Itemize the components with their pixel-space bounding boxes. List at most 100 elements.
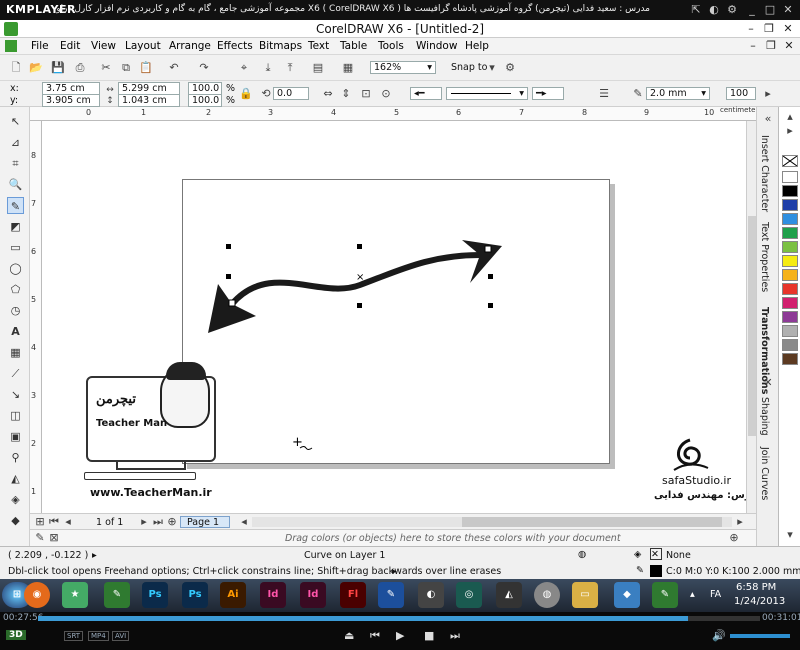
collapse-docker-icon[interactable]: «: [760, 111, 776, 127]
stop-icon[interactable]: ■: [424, 629, 434, 642]
add-page-icon[interactable]: ⊕: [164, 514, 180, 530]
selection-handle[interactable]: [488, 274, 493, 279]
disc-app-icon[interactable]: ◍: [534, 582, 560, 608]
clock-time: 6:58 PM: [736, 582, 777, 593]
seek-bar[interactable]: [38, 616, 760, 621]
vertical-scroll-thumb[interactable]: [748, 216, 756, 436]
seek-bar-fill: [38, 616, 688, 621]
previous-page-icon[interactable]: ◂: [60, 514, 76, 530]
color-swatch[interactable]: [782, 213, 798, 225]
color-proof-icon[interactable]: ◍: [578, 549, 586, 560]
badge-mp4[interactable]: MP4: [88, 631, 109, 641]
clock-date: 1/24/2013: [734, 596, 786, 607]
outline-color-swatch[interactable]: [650, 565, 662, 577]
badge-srt[interactable]: SRT: [64, 631, 84, 641]
coreldraw-active-icon[interactable]: ✎: [652, 582, 678, 608]
scroll-left-icon[interactable]: ◂: [236, 514, 252, 530]
zoom-in-icon[interactable]: ⊕: [726, 530, 742, 546]
freehand-cursor-icon: +: [292, 435, 303, 450]
badge-avi[interactable]: AVI: [112, 631, 130, 641]
volume-slider[interactable]: [730, 634, 790, 638]
photoshop-icon[interactable]: Ps: [182, 582, 208, 608]
previous-icon[interactable]: ⏮: [370, 629, 380, 643]
pencil-app-icon[interactable]: ✎: [378, 582, 404, 608]
color-swatch[interactable]: [782, 227, 798, 239]
color-swatch[interactable]: [782, 325, 798, 337]
docker-panel: « Insert Character Text Properties Trans…: [756, 107, 778, 547]
coreldraw-taskbar-icon[interactable]: ✎: [104, 582, 130, 608]
monitor-stand: [116, 462, 186, 470]
fill-none-swatch-icon[interactable]: ✕: [650, 548, 662, 560]
play-icon[interactable]: ▶: [396, 629, 404, 642]
next-icon[interactable]: ⏭: [450, 629, 460, 643]
horizontal-scrollbar[interactable]: [252, 517, 732, 527]
eject-icon[interactable]: ⏏: [344, 629, 354, 642]
document-palette-bar[interactable]: ✎ ⊠ Drag colors (or objects) here to sto…: [30, 529, 756, 546]
globe-app-icon[interactable]: ◐: [418, 582, 444, 608]
teacherman-fa-logo: تیچرمن: [96, 392, 136, 407]
color-swatch[interactable]: [782, 353, 798, 365]
autocad-icon[interactable]: ◭: [496, 582, 522, 608]
keyboard-layout[interactable]: FA: [710, 589, 721, 600]
color-swatch[interactable]: [782, 171, 798, 183]
selection-handle[interactable]: [226, 274, 231, 279]
color-swatch[interactable]: [782, 185, 798, 197]
volume-icon[interactable]: 🔊: [712, 629, 726, 642]
fill-value: None: [666, 550, 691, 561]
selection-handle[interactable]: [357, 244, 362, 249]
center-marker[interactable]: ×: [356, 272, 364, 283]
caricature-hair: [166, 362, 206, 380]
tray-up-icon[interactable]: ▴: [690, 589, 695, 600]
color-swatch[interactable]: [782, 311, 798, 323]
safa-url: safaStudio.ir: [662, 474, 732, 487]
star-app-icon[interactable]: ★: [62, 582, 88, 608]
flash-icon[interactable]: Fl: [340, 582, 366, 608]
no-color-swatch[interactable]: [782, 155, 798, 167]
color-swatch[interactable]: [782, 269, 798, 281]
indesign-icon[interactable]: Id: [300, 582, 326, 608]
selection-handle[interactable]: [488, 303, 493, 308]
time-total: 00:31:01: [762, 613, 800, 623]
indesign-icon[interactable]: Id: [260, 582, 286, 608]
illustrator-icon[interactable]: Ai: [220, 582, 246, 608]
selection-handle[interactable]: [226, 244, 231, 249]
firefox-icon[interactable]: ◉: [24, 582, 50, 608]
page-tab[interactable]: Page 1: [180, 516, 230, 528]
no-fill-swatch-icon[interactable]: ⊠: [46, 530, 62, 546]
color-swatch[interactable]: [782, 283, 798, 295]
vertical-scrollbar[interactable]: [746, 121, 756, 513]
page-count: 1 of 1: [96, 517, 124, 528]
selection-handle[interactable]: [357, 303, 362, 308]
end-node[interactable]: [484, 245, 492, 253]
tab-text-properties[interactable]: Text Properties: [759, 222, 770, 292]
blue-app-icon[interactable]: ◆: [614, 582, 640, 608]
coords-arrow-icon[interactable]: ▸: [92, 550, 97, 561]
status-bar: ( 2.209 , -0.122 ) ▸ Curve on Layer 1 ◍ …: [0, 546, 800, 579]
tab-join-curves[interactable]: Join Curves: [759, 447, 770, 500]
color-swatch[interactable]: [782, 199, 798, 211]
scroll-right-icon[interactable]: ▸: [732, 514, 748, 530]
3d-button[interactable]: 3D: [6, 630, 26, 640]
color-swatch[interactable]: [782, 339, 798, 351]
cyan-app-icon[interactable]: ◎: [456, 582, 482, 608]
folder-icon[interactable]: ▭: [572, 582, 598, 608]
color-swatch[interactable]: [782, 255, 798, 267]
color-swatch[interactable]: [782, 297, 798, 309]
teacherman-url: www.TeacherMan.ir: [90, 486, 212, 499]
color-palette: ▴ ▸ ▾: [778, 107, 800, 547]
palette-scroll-down-icon[interactable]: ▾: [782, 527, 798, 543]
horizontal-scroll-thumb[interactable]: [462, 517, 722, 527]
page-navigator-bar: ⊞ ⏮ ◂ 1 of 1 ▸ ⏭ ⊕ Page 1 ◂ ▸: [30, 513, 756, 529]
safa-logo-icon: [673, 438, 709, 471]
palette-options-icon[interactable]: ▸: [782, 123, 798, 139]
end-arrowhead: [462, 240, 502, 283]
color-swatch[interactable]: [782, 241, 798, 253]
start-node[interactable]: [228, 299, 236, 307]
hint-arrow-icon[interactable]: ▸: [392, 566, 397, 577]
tab-insert-character[interactable]: Insert Character: [759, 135, 770, 212]
photoshop-icon[interactable]: Ps: [142, 582, 168, 608]
keyboard: [84, 472, 196, 480]
close-docker-icon[interactable]: ✕: [760, 375, 776, 391]
tab-shaping[interactable]: Shaping: [759, 397, 770, 436]
teacherman-watermark: تیچرمن Teacher Man www.TeacherMan.ir: [82, 362, 222, 499]
